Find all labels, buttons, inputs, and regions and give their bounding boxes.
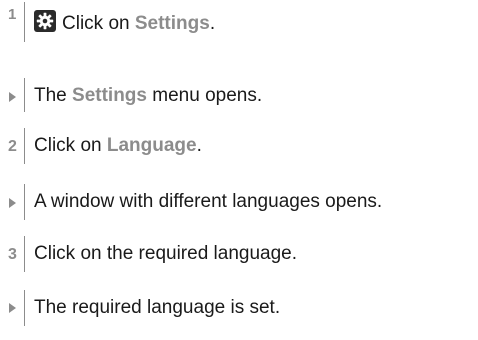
language-link-text: Language [106, 135, 197, 156]
result-arrow-icon [9, 92, 16, 102]
result-text: The Settings menu opens. [34, 84, 262, 108]
step-text-suffix: . [209, 13, 216, 34]
result-divider [24, 290, 25, 326]
result-text-prefix: The [34, 85, 73, 106]
step-divider [24, 236, 25, 272]
step-number-label: 1 [8, 6, 17, 23]
result-text-suffix: menu opens. [146, 85, 263, 106]
step-text-suffix: . [196, 135, 202, 156]
step-number-label: 3 [8, 246, 17, 263]
result-arrow-icon [9, 198, 16, 208]
settings-link-text: Settings [134, 13, 210, 34]
step-text-prefix: Click on [62, 13, 135, 34]
step-text: Click on Language. [34, 134, 202, 158]
result-divider [24, 184, 25, 220]
step-text: Click on the required language. [34, 243, 298, 264]
result-text: The required language is set. [34, 297, 281, 318]
settings-highlight-text: Settings [72, 85, 147, 106]
result-arrow-icon [9, 303, 16, 313]
step-text: Click on Settings. [34, 10, 215, 36]
step-divider [24, 128, 25, 164]
result-divider [24, 78, 25, 112]
step-divider [24, 2, 25, 42]
gear-icon [34, 10, 56, 32]
step-number-label: 2 [8, 138, 17, 155]
result-text: A window with different languages opens. [34, 191, 383, 212]
step-text-prefix: Click on [34, 135, 107, 156]
